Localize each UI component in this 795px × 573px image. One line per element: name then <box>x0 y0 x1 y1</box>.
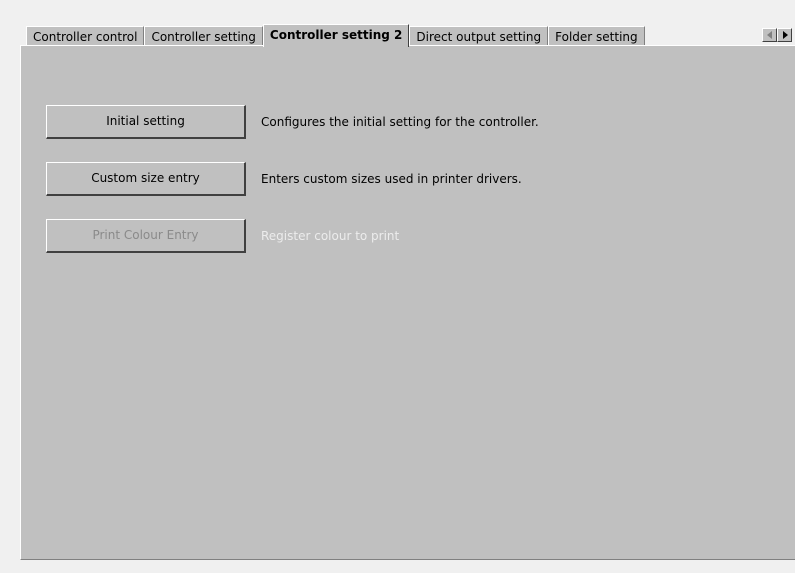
tab-panel-controller-setting-2: Initial setting Configures the initial s… <box>20 45 795 560</box>
tab-scroll-left-button[interactable] <box>762 28 777 42</box>
print-colour-entry-button: Print Colour Entry <box>46 219 246 253</box>
tab-controller-control[interactable]: Controller control <box>26 26 145 46</box>
initial-setting-button[interactable]: Initial setting <box>46 105 246 139</box>
initial-setting-description: Configures the initial setting for the c… <box>261 115 539 129</box>
action-row-custom-size-entry: Custom size entry Enters custom sizes us… <box>46 162 522 196</box>
action-row-print-colour-entry: Print Colour Entry Register colour to pr… <box>46 219 399 253</box>
action-row-initial-setting: Initial setting Configures the initial s… <box>46 105 539 139</box>
arrow-right-icon <box>783 31 788 39</box>
tab-direct-output-setting[interactable]: Direct output setting <box>409 26 549 46</box>
arrow-left-icon <box>767 31 772 39</box>
tab-folder-setting[interactable]: Folder setting <box>548 26 645 46</box>
settings-window: Controller control Controller setting Co… <box>0 0 795 573</box>
tab-controller-setting[interactable]: Controller setting <box>144 26 263 46</box>
tab-controller-setting-2[interactable]: Controller setting 2 <box>262 24 410 47</box>
print-colour-entry-description: Register colour to print <box>261 229 400 243</box>
tab-scroll-right-button[interactable] <box>777 28 792 42</box>
tab-strip: Controller control Controller setting Co… <box>26 24 645 47</box>
custom-size-entry-description: Enters custom sizes used in printer driv… <box>261 172 522 186</box>
custom-size-entry-button[interactable]: Custom size entry <box>46 162 246 196</box>
print-colour-entry-button-label: Print Colour Entry <box>92 228 199 242</box>
tab-scroll-buttons <box>762 28 792 42</box>
